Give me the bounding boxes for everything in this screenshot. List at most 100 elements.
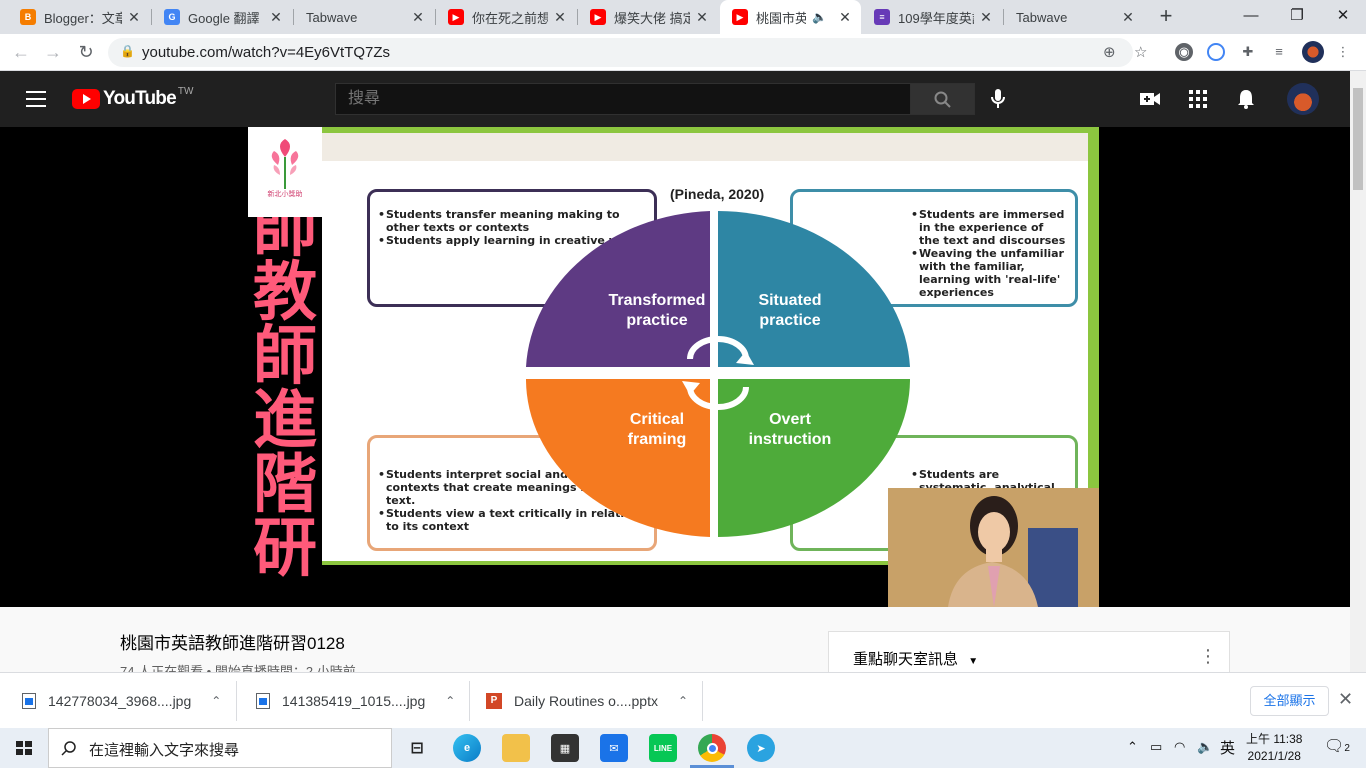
- mail-icon[interactable]: ✉: [600, 734, 628, 762]
- microsoft-store-icon[interactable]: ▦: [551, 734, 579, 762]
- presenter-webcam: [888, 488, 1099, 607]
- youtube-play-icon: [72, 89, 100, 109]
- battery-icon[interactable]: ▭: [1150, 739, 1162, 755]
- chevron-up-icon[interactable]: ⌃: [445, 694, 455, 708]
- video-meta: 74 人正在觀看 • 開始直播時間：2 小時前: [120, 664, 356, 672]
- edge-browser-icon[interactable]: e: [453, 734, 481, 762]
- tab-title: 爆笑大佬 搞定: [614, 10, 690, 26]
- speaker-icon[interactable]: 🔈: [812, 10, 827, 24]
- media-control-icon[interactable]: ≡: [1270, 43, 1288, 61]
- task-view-icon[interactable]: ⊟: [403, 734, 431, 762]
- close-tab-icon[interactable]: ✕: [268, 9, 284, 26]
- forward-button[interactable]: →: [41, 40, 65, 64]
- chevron-up-icon[interactable]: ⌃: [678, 694, 688, 708]
- download-item[interactable]: P Daily Routines o....pptx ⌃: [486, 673, 688, 729]
- menu-icon[interactable]: [26, 91, 46, 107]
- windows-start-icon[interactable]: [0, 728, 48, 768]
- download-item[interactable]: 142778034_3968....jpg ⌃: [22, 673, 221, 729]
- close-tab-icon[interactable]: ✕: [694, 9, 710, 26]
- line-app-icon[interactable]: LINE: [649, 734, 677, 762]
- windows-search-box[interactable]: 在這裡輸入文字來搜尋: [48, 728, 392, 768]
- youtube-logo[interactable]: YouTube TW: [72, 86, 193, 110]
- tab-youtube-active[interactable]: ▶ 桃園市英語 🔈 ✕: [720, 0, 861, 34]
- telegram-icon[interactable]: ➤: [747, 734, 775, 762]
- extension-icon[interactable]: ◉: [1175, 43, 1193, 61]
- chevron-up-icon[interactable]: ⌃: [211, 694, 221, 708]
- banner-char: 研: [253, 512, 317, 586]
- quadrant-label: practice: [759, 312, 821, 329]
- banner-text: 師 教 師 進 階 研: [248, 197, 322, 581]
- download-item[interactable]: 141385419_1015....jpg ⌃: [256, 673, 455, 729]
- close-downloads-icon[interactable]: ✕: [1338, 689, 1353, 710]
- image-file-icon: [256, 693, 270, 709]
- search-input[interactable]: [335, 83, 911, 115]
- volume-icon[interactable]: 🔈: [1197, 739, 1213, 755]
- banner-char: 進: [253, 384, 317, 458]
- windows-search-placeholder: 在這裡輸入文字來搜尋: [89, 742, 240, 759]
- reload-button[interactable]: ↻: [74, 40, 98, 64]
- puzzle-extensions-icon[interactable]: ✚: [1239, 43, 1257, 61]
- address-bar[interactable]: 🔒 youtube.com/watch?v=4Ey6VtTQ7Zs ⊕ ☆: [108, 38, 1147, 67]
- tab-google-translate[interactable]: G Google 翻譯 ✕: [152, 0, 292, 34]
- show-hidden-icons[interactable]: ⌃: [1127, 739, 1138, 755]
- minimize-button[interactable]: —: [1228, 0, 1274, 34]
- chat-mode-dropdown[interactable]: 重點聊天室訊息 ▼: [853, 648, 978, 669]
- profile-avatar[interactable]: [1302, 41, 1324, 63]
- logo-caption: 新北小獎助: [267, 191, 303, 198]
- download-filename: Daily Routines o....pptx: [514, 693, 658, 709]
- close-tab-icon[interactable]: ✕: [1120, 9, 1136, 26]
- create-video-icon[interactable]: [1139, 88, 1161, 110]
- download-filename: 142778034_3968....jpg: [48, 693, 192, 709]
- banner-char: 教: [253, 256, 317, 330]
- url-text[interactable]: youtube.com/watch?v=4Ey6VtTQ7Zs: [142, 44, 390, 61]
- close-tab-icon[interactable]: ✕: [126, 9, 142, 26]
- google-translate-icon: G: [164, 9, 180, 25]
- download-filename: 141385419_1015....jpg: [282, 693, 426, 709]
- chat-mode-label: 重點聊天室訊息: [853, 651, 959, 668]
- notifications-bell-icon[interactable]: [1235, 88, 1257, 110]
- account-avatar[interactable]: [1287, 83, 1319, 115]
- quadrant-label-situated: Situated practice: [720, 291, 860, 331]
- powerpoint-file-icon: P: [486, 693, 502, 709]
- tab-title: Tabwave: [306, 9, 358, 25]
- add-icon[interactable]: ⊕: [1103, 43, 1116, 61]
- more-options-icon[interactable]: ⋮: [1199, 646, 1217, 667]
- window-close-button[interactable]: ✕: [1320, 0, 1366, 34]
- wifi-icon[interactable]: ◠: [1174, 739, 1185, 755]
- input-method-indicator[interactable]: 英: [1220, 737, 1235, 758]
- lock-icon[interactable]: 🔒: [120, 44, 135, 60]
- tab-forms[interactable]: ≡ 109學年度英語 ✕: [862, 0, 1002, 34]
- tab-blogger[interactable]: B Blogger：文章 ✕: [8, 0, 150, 34]
- search-button[interactable]: [910, 83, 975, 115]
- action-center-icon[interactable]: 🗨2: [1324, 736, 1350, 756]
- page-scrollbar[interactable]: [1350, 71, 1366, 672]
- close-tab-icon[interactable]: ✕: [837, 9, 853, 26]
- close-tab-icon[interactable]: ✕: [552, 9, 568, 26]
- back-button[interactable]: ←: [9, 40, 33, 64]
- system-clock[interactable]: 上午 11:38 2021/1/28: [1246, 731, 1302, 765]
- quadrant-critical: [525, 379, 710, 537]
- video-player[interactable]: 師 教 師 進 階 研 新北小獎助 (Pineda, 2020) • Stude…: [0, 127, 1350, 607]
- restore-button[interactable]: ❐: [1274, 0, 1320, 34]
- chrome-menu-icon[interactable]: ⋮: [1334, 43, 1352, 61]
- apps-grid-icon[interactable]: [1187, 88, 1209, 110]
- extension-ring-icon[interactable]: [1207, 43, 1225, 61]
- new-tab-button[interactable]: +: [1154, 5, 1178, 29]
- tab-tabwave[interactable]: Tabwave ✕: [294, 0, 434, 34]
- tab-youtube-1[interactable]: ▶ 你在死之前想要 ✕: [436, 0, 576, 34]
- bookmark-star-icon[interactable]: ☆: [1134, 43, 1147, 61]
- close-tab-icon[interactable]: ✕: [410, 9, 426, 26]
- close-tab-icon[interactable]: ✕: [978, 9, 994, 26]
- quadrant-label: framing: [627, 431, 687, 448]
- chrome-icon[interactable]: [698, 734, 726, 762]
- organization-logo: 新北小獎助: [248, 127, 322, 217]
- divider: [469, 681, 470, 721]
- show-all-downloads-button[interactable]: 全部顯示: [1250, 686, 1329, 716]
- tab-youtube-2[interactable]: ▶ 爆笑大佬 搞定 ✕: [578, 0, 718, 34]
- banner-char: 師: [253, 320, 317, 394]
- file-explorer-icon[interactable]: [502, 734, 530, 762]
- microphone-icon[interactable]: [989, 88, 1007, 110]
- quadrant-overt: [718, 379, 910, 537]
- tab-tabwave-2[interactable]: Tabwave ✕: [1004, 0, 1144, 34]
- scrollbar-thumb[interactable]: [1353, 88, 1363, 190]
